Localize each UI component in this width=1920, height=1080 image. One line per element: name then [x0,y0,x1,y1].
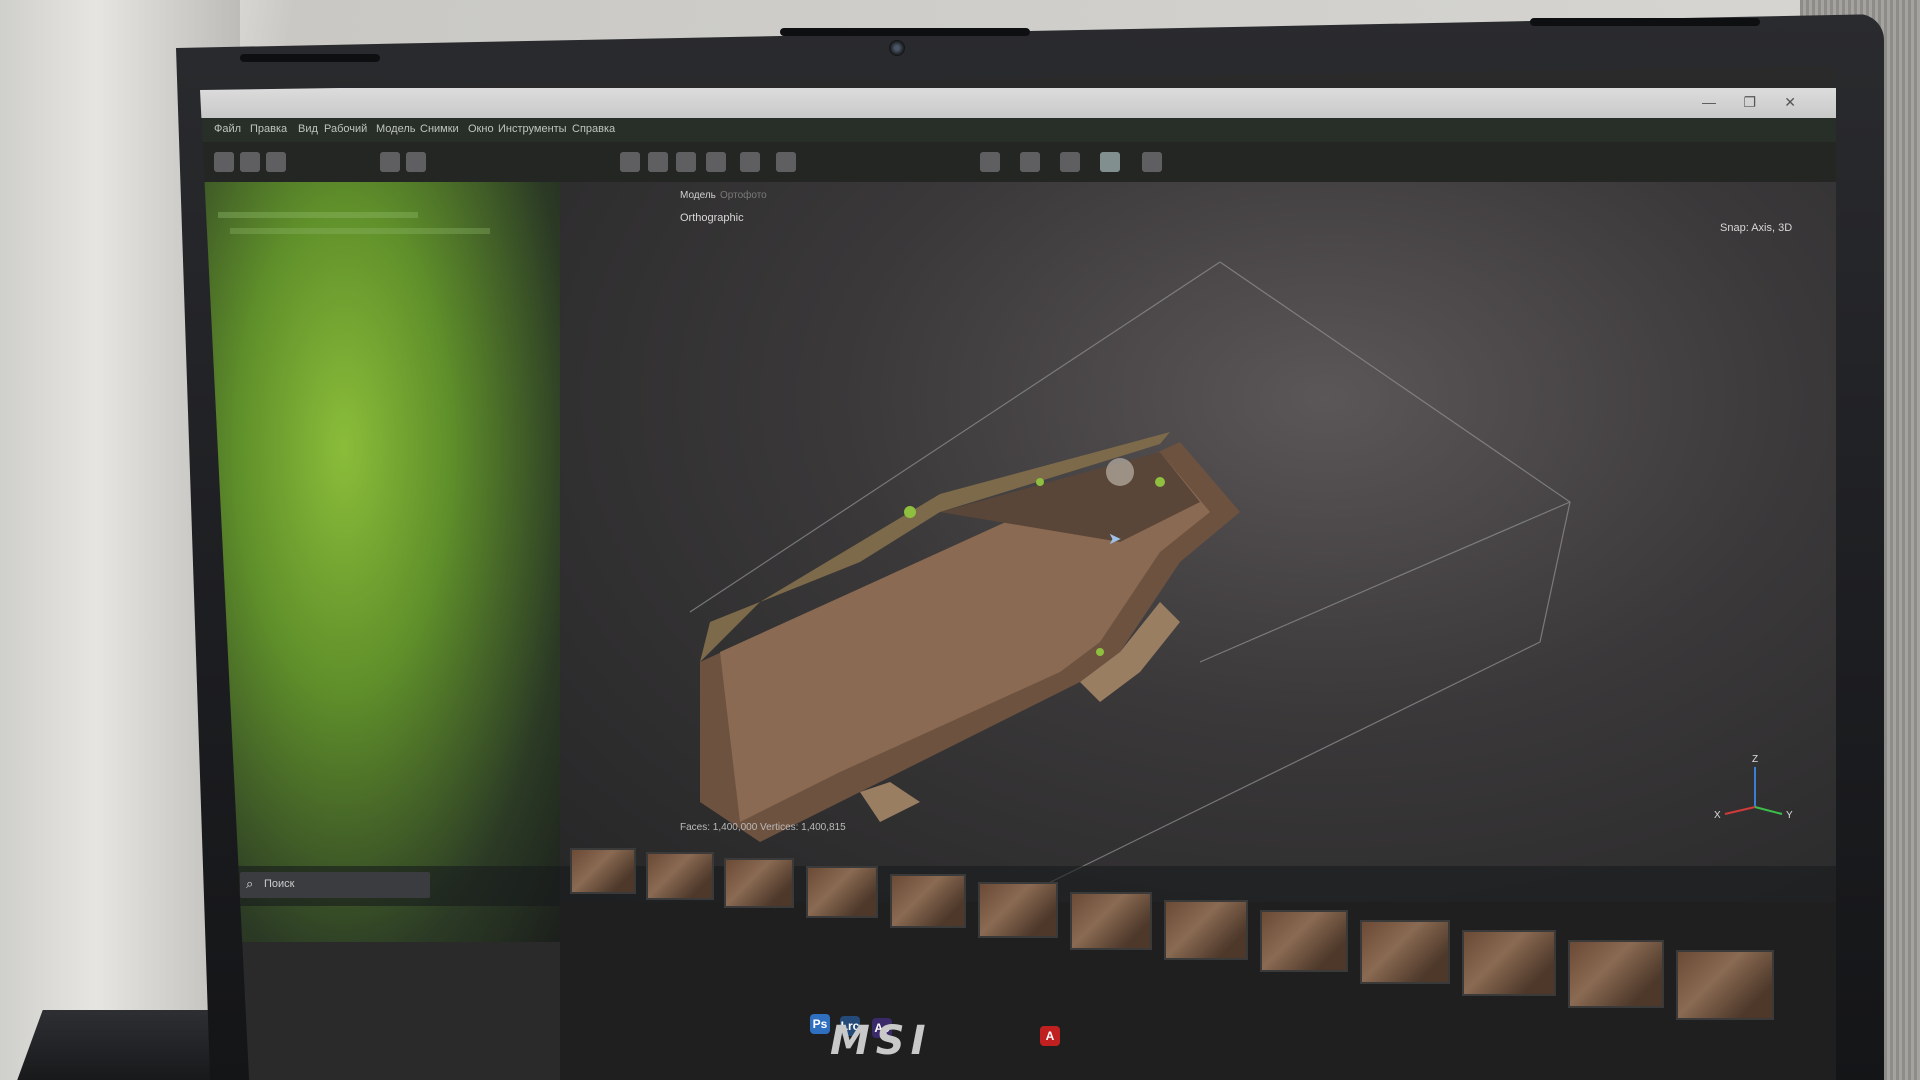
photo-thumbnail[interactable] [724,858,794,908]
menu-window[interactable]: Окно [468,123,494,135]
cursor-icon: ➤ [1108,529,1121,548]
menu-photos[interactable]: Снимки [420,123,459,135]
photo-thumbnail[interactable] [1070,892,1152,950]
taskbar-app-acrobat[interactable]: A [1040,1026,1060,1046]
zoom-out-icon[interactable] [648,152,668,172]
laptop-screen: — ❐ ✕ Файл Правка Вид Рабочий Модель Сни… [200,66,1836,1080]
center-icon[interactable] [676,152,696,172]
search-icon: ⌕ [246,876,254,891]
open-icon[interactable] [240,152,260,172]
axis-x-label: X [1714,810,1721,821]
bezel-notch-right [1530,18,1760,26]
menu-help[interactable]: Справка [572,123,615,135]
photos-pane: Ps Lrc Ae A [560,848,1836,1080]
save-icon[interactable] [266,152,286,172]
webcam-icon [889,40,905,56]
photo-thumbnail[interactable] [890,874,966,928]
msi-logo: MSI [830,1018,932,1064]
photo-thumbnail[interactable] [806,866,878,918]
photo-thumbnail[interactable] [646,852,714,900]
taskbar-search[interactable]: ⌕ Поиск [240,872,430,898]
model-render: ➤ [689,261,1571,902]
menu-view[interactable]: Вид [298,123,318,135]
menu-edit[interactable]: Правка [250,123,287,135]
search-placeholder: Поиск [264,878,295,890]
model-viewport[interactable]: Модель Ортофото Orthographic Snap: Axis,… [560,182,1836,902]
photo-thumbnail[interactable] [978,882,1058,938]
menu-bar: Файл Правка Вид Рабочий Модель Снимки Ок… [200,118,1836,142]
zoom-in-icon[interactable] [620,152,640,172]
main-toolbar [200,142,1836,182]
photo-thumbnail[interactable] [1568,940,1664,1008]
photo-thumbnail[interactable] [1360,920,1450,984]
points-icon[interactable] [740,152,760,172]
layers-icon[interactable] [1142,152,1162,172]
flag-icon[interactable] [1060,152,1080,172]
taskbar-app-ps[interactable]: Ps [810,1014,830,1034]
bezel-notch-left [240,54,380,62]
select-icon[interactable] [380,152,400,172]
workspace-panel [200,182,560,942]
photo-thumbnail[interactable] [1462,930,1556,996]
grid-icon[interactable] [706,152,726,172]
menu-file[interactable]: Файл [214,123,241,135]
shield-icon[interactable] [1020,152,1040,172]
bounding-box-edge [1199,501,1571,663]
trench-point-cloud [700,432,1240,842]
axis-y-label: Y [1786,810,1793,821]
axes-gizmo: Z X Y [1714,754,1793,821]
model-shaded-icon[interactable] [776,152,796,172]
camera-icon[interactable] [980,152,1000,172]
image-view-icon[interactable] [1100,152,1120,172]
photo-thumbnail[interactable] [1260,910,1348,972]
window-titlebar: — ❐ ✕ [200,88,1836,118]
workspace-tree-line [218,212,418,218]
new-icon[interactable] [214,152,234,172]
minimize-icon[interactable]: — [1702,94,1716,110]
menu-model[interactable]: Модель [376,123,415,135]
bezel-notch-center [780,28,1030,36]
photo-thumbnail[interactable] [570,848,636,894]
photo-thumbnail[interactable] [1676,950,1774,1020]
menu-workflow[interactable]: Рабочий [324,123,367,135]
move-icon[interactable] [406,152,426,172]
menu-tools[interactable]: Инструменты [498,123,567,135]
status-faces: Faces: 1,400,000 Vertices: 1,400,815 [680,822,846,833]
maximize-icon[interactable]: ❐ [1743,94,1756,111]
chunk-tree-line [230,228,490,234]
photo-thumbnail[interactable] [1164,900,1248,960]
axis-z-label: Z [1752,754,1758,765]
close-icon[interactable]: ✕ [1784,94,1796,111]
